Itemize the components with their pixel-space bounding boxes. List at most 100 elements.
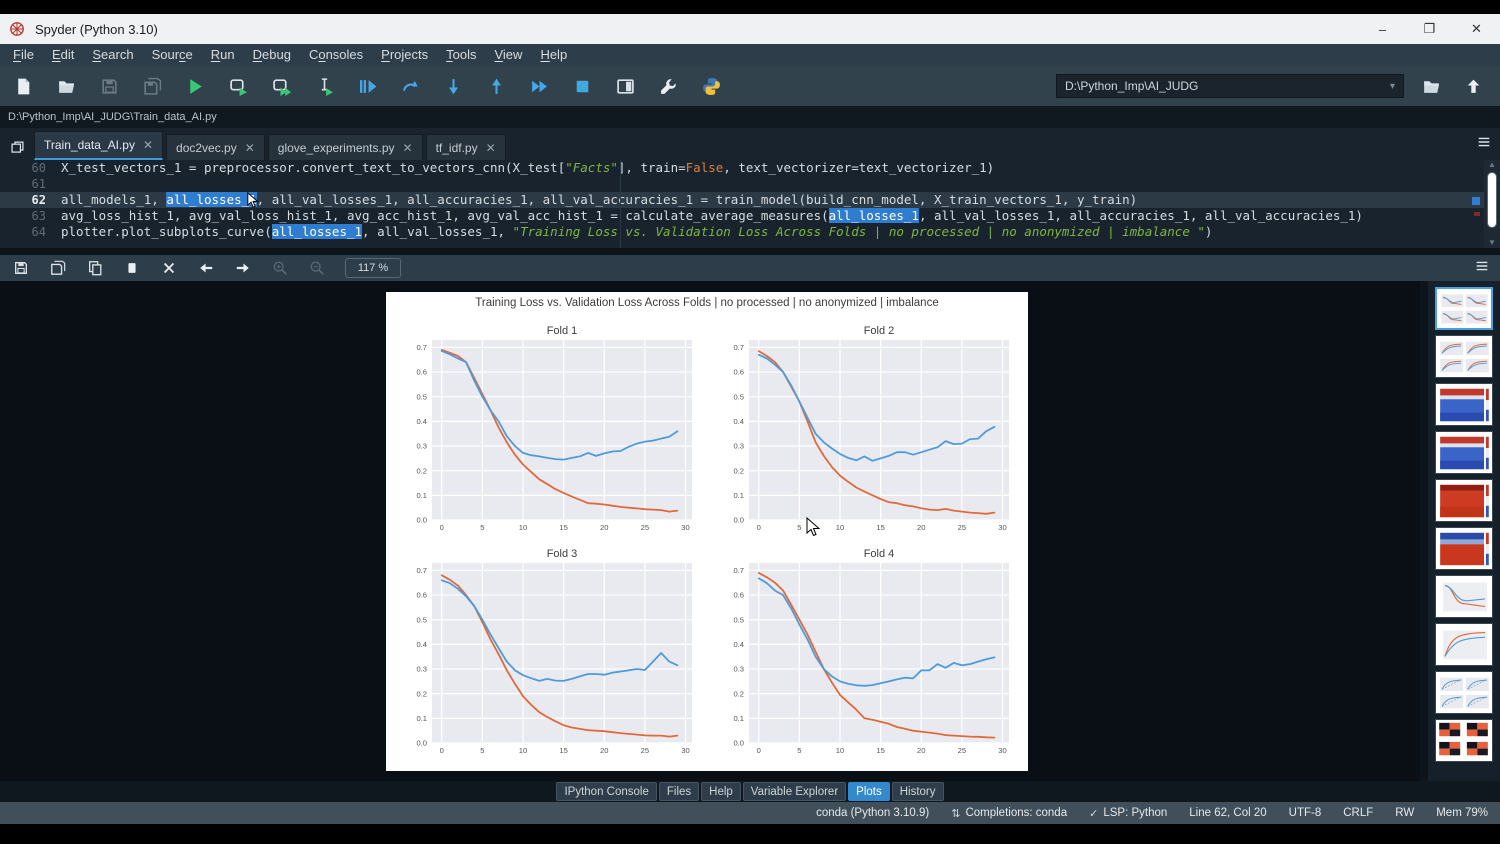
- code-line-60[interactable]: 60X_test_vectors_1 = preprocessor.conver…: [0, 160, 1500, 176]
- svg-text:20: 20: [917, 746, 925, 755]
- svg-text:Fold 1: Fold 1: [546, 325, 577, 337]
- working-directory-combobox[interactable]: D:\Python_Imp\AI_JUDG ▾: [1056, 74, 1404, 98]
- plot-thumbnail-6-heatmap-warm-cool[interactable]: [1435, 527, 1493, 570]
- plot-thumbnails-panel: [1428, 281, 1500, 781]
- save-plot-button[interactable]: [10, 257, 32, 279]
- main-toolbar: D:\Python_Imp\AI_JUDG ▾: [0, 66, 1500, 106]
- svg-text:0.3: 0.3: [733, 441, 744, 450]
- editor-scrollbar[interactable]: ▲ ▼: [1484, 160, 1500, 248]
- next-plot-button[interactable]: [232, 257, 254, 279]
- browse-tabs-button[interactable]: [0, 134, 34, 160]
- open-file-button[interactable]: [53, 73, 79, 99]
- code-line-63[interactable]: 63avg_loss_hist_1, avg_val_loss_hist_1, …: [0, 208, 1500, 224]
- svg-text:0.3: 0.3: [733, 664, 744, 673]
- close-tab-icon[interactable]: ✕: [245, 141, 255, 155]
- stop-button[interactable]: [569, 73, 595, 99]
- svg-text:0.2: 0.2: [416, 466, 427, 475]
- scroll-up-arrow-icon[interactable]: ▲: [1488, 160, 1496, 170]
- parent-directory-button[interactable]: [1460, 73, 1486, 99]
- plot-thumbnail-7-curve-desc[interactable]: [1435, 575, 1493, 618]
- menu-projects[interactable]: Projects: [372, 44, 437, 66]
- menu-edit[interactable]: Edit: [43, 44, 83, 66]
- editor-tab-doc2vec-py[interactable]: doc2vec.py✕: [166, 134, 265, 160]
- pane-tab-ipython-console[interactable]: IPython Console: [556, 782, 656, 801]
- svg-text:0.4: 0.4: [733, 416, 744, 425]
- close-tab-icon[interactable]: ✕: [486, 141, 496, 155]
- menu-consoles[interactable]: Consoles: [300, 44, 372, 66]
- pane-tab-history[interactable]: History: [892, 782, 944, 801]
- thumbnail-divider[interactable]: [1420, 281, 1428, 781]
- pane-splitter[interactable]: [0, 248, 1500, 255]
- svg-text:5: 5: [797, 523, 801, 532]
- plot-thumbnail-3-heatmap-cool[interactable]: [1435, 383, 1493, 426]
- plot-thumbnail-10-confusion-matrix[interactable]: [1435, 719, 1493, 762]
- remove-plot-button[interactable]: [121, 257, 143, 279]
- plot-thumbnail-5-heatmap-warm[interactable]: [1435, 479, 1493, 522]
- new-file-button[interactable]: [10, 73, 36, 99]
- close-button[interactable]: ✕: [1453, 14, 1500, 44]
- menu-run[interactable]: Run: [202, 44, 244, 66]
- copy-plot-button[interactable]: [84, 257, 106, 279]
- python-env-button[interactable]: [698, 73, 724, 99]
- svg-text:15: 15: [876, 523, 884, 532]
- continue-button[interactable]: [526, 73, 552, 99]
- menu-source[interactable]: Source: [143, 44, 202, 66]
- run-cell-button[interactable]: [225, 73, 251, 99]
- plot-thumbnail-2-acc-curves[interactable]: [1435, 335, 1493, 378]
- code-line-62[interactable]: 62all_models_1, all_losses_1, all_val_lo…: [0, 192, 1500, 208]
- plot-thumbnail-9-roc-grid[interactable]: [1435, 671, 1493, 714]
- close-tab-icon[interactable]: ✕: [143, 138, 153, 152]
- spyder-logo-icon: [9, 21, 25, 37]
- step-into-button[interactable]: [440, 73, 466, 99]
- svg-text:0.4: 0.4: [733, 639, 744, 648]
- debug-file-button[interactable]: [354, 73, 380, 99]
- restore-button[interactable]: ❐: [1406, 14, 1453, 44]
- svg-text:0.1: 0.1: [416, 713, 427, 722]
- minimize-button[interactable]: –: [1359, 14, 1406, 44]
- current-figure[interactable]: Training Loss vs. Validation Loss Across…: [386, 292, 1028, 771]
- menu-file[interactable]: File: [4, 44, 43, 66]
- svg-text:0.7: 0.7: [733, 565, 744, 574]
- plot-thumbnail-1-loss-curves[interactable]: [1435, 287, 1493, 330]
- editor-tab-tf_idf-py[interactable]: tf_idf.py✕: [426, 134, 506, 160]
- previous-plot-button[interactable]: [195, 257, 217, 279]
- close-tab-icon[interactable]: ✕: [403, 141, 413, 155]
- pane-tab-variable-explorer[interactable]: Variable Explorer: [743, 782, 846, 801]
- step-over-button[interactable]: [397, 73, 423, 99]
- run-selection-button[interactable]: [311, 73, 337, 99]
- svg-text:0.1: 0.1: [733, 490, 744, 499]
- code-line-61[interactable]: 61: [0, 176, 1500, 192]
- editor-tab-bar: Train_data_AI.py✕doc2vec.py✕glove_experi…: [0, 128, 1500, 160]
- run-cell-advance-button[interactable]: [268, 73, 294, 99]
- svg-text:30: 30: [681, 746, 689, 755]
- menu-help[interactable]: Help: [531, 44, 576, 66]
- plot-thumbnail-8-curve-asc[interactable]: [1435, 623, 1493, 666]
- title-bar: Spyder (Python 3.10) – ❐ ✕: [0, 14, 1500, 44]
- plots-options-menu-button[interactable]: [1474, 258, 1490, 279]
- scrollbar-thumb[interactable]: [1487, 172, 1497, 228]
- editor-tab-glove_experiments-py[interactable]: glove_experiments.py✕: [268, 134, 423, 160]
- save-all-plots-button[interactable]: [47, 257, 69, 279]
- scroll-down-arrow-icon[interactable]: ▼: [1488, 238, 1496, 248]
- pane-tab-help[interactable]: Help: [701, 782, 741, 801]
- editor-options-menu-button[interactable]: [1476, 134, 1492, 155]
- pane-tab-files[interactable]: Files: [659, 782, 699, 801]
- menu-view[interactable]: View: [485, 44, 531, 66]
- menu-search[interactable]: Search: [83, 44, 142, 66]
- code-line-64[interactable]: 64plotter.plot_subplots_curve(all_losses…: [0, 224, 1500, 240]
- preferences-button[interactable]: [655, 73, 681, 99]
- step-return-button[interactable]: [483, 73, 509, 99]
- run-file-button[interactable]: [182, 73, 208, 99]
- remove-all-plots-button[interactable]: [158, 257, 180, 279]
- svg-text:0.6: 0.6: [733, 590, 744, 599]
- maximize-pane-button[interactable]: [612, 73, 638, 99]
- menu-debug[interactable]: Debug: [244, 44, 300, 66]
- svg-text:20: 20: [600, 523, 608, 532]
- svg-text:15: 15: [559, 523, 567, 532]
- browse-directory-button[interactable]: [1418, 73, 1444, 99]
- menu-tools[interactable]: Tools: [437, 44, 485, 66]
- pane-tab-plots[interactable]: Plots: [848, 782, 890, 801]
- editor-tab-Train_data_AI-py[interactable]: Train_data_AI.py✕: [34, 131, 163, 160]
- code-editor[interactable]: 60X_test_vectors_1 = preprocessor.conver…: [0, 160, 1500, 248]
- plot-thumbnail-4-heatmap-cool[interactable]: [1435, 431, 1493, 474]
